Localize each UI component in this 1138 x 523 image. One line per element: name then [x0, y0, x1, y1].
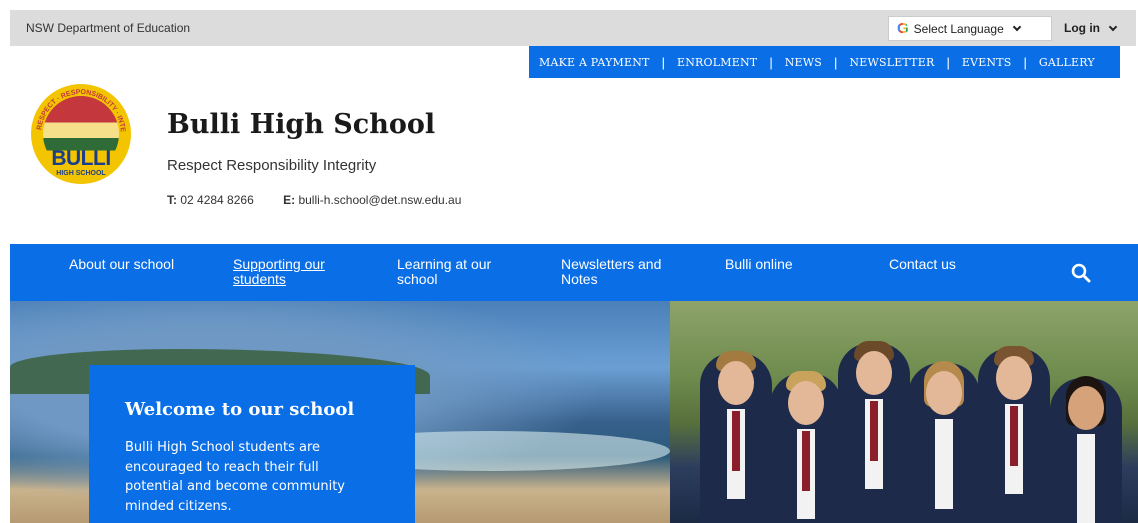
logo-name: BULLI — [51, 147, 111, 170]
language-select[interactable]: G Select Language — [888, 16, 1052, 41]
logo-ring-text: RESPECT · RESPONSIBILITY · INTEGRITY — [31, 84, 126, 133]
quick-links-bar: MAKE A PAYMENT | ENROLMENT | NEWS | NEWS… — [529, 46, 1120, 78]
login-button[interactable]: Log in — [1064, 21, 1118, 35]
language-select-label: Select Language — [913, 21, 1004, 36]
nav-item-contact-us[interactable]: Contact us — [889, 257, 1019, 272]
quick-link-gallery[interactable]: GALLERY — [1039, 56, 1095, 69]
main-nav: About our school Supporting our students… — [10, 244, 1138, 301]
nav-item-supporting-our-students[interactable]: Supporting our students — [233, 257, 363, 287]
google-icon: G — [897, 20, 909, 37]
school-title: Bulli High School — [167, 109, 436, 140]
student-figure — [700, 351, 772, 523]
utility-bar: NSW Department of Education G Select Lan… — [10, 10, 1136, 46]
separator: | — [1023, 54, 1027, 70]
separator: | — [834, 54, 838, 70]
welcome-card: Welcome to our school Bulli High School … — [89, 365, 415, 523]
hero-students-photo — [670, 301, 1138, 523]
separator: | — [661, 54, 665, 70]
nav-item-bulli-online[interactable]: Bulli online — [725, 257, 855, 272]
student-figure — [1050, 376, 1122, 523]
email-label: E: — [283, 193, 296, 207]
welcome-title: Welcome to our school — [125, 399, 355, 420]
svg-text:RESPECT · RESPONSIBILITY · INT: RESPECT · RESPONSIBILITY · INTEGRITY — [31, 84, 126, 133]
student-figure — [978, 346, 1050, 523]
school-logo[interactable]: RESPECT · RESPONSIBILITY · INTEGRITY BUL… — [31, 84, 131, 184]
quick-link-newsletter[interactable]: NEWSLETTER — [849, 56, 934, 69]
chevron-down-icon — [1108, 22, 1118, 31]
student-figure — [838, 341, 910, 523]
student-figure — [908, 361, 980, 523]
welcome-text: Bulli High School students are encourage… — [125, 440, 346, 514]
nav-item-learning-at-our-school[interactable]: Learning at our school — [397, 257, 527, 287]
login-label: Log in — [1064, 21, 1100, 35]
student-figure — [770, 371, 842, 523]
chevron-down-icon — [1012, 22, 1021, 32]
quick-link-events[interactable]: EVENTS — [962, 56, 1012, 69]
contact-info: T: 02 4284 8266 E: bulli-h.school@det.ns… — [167, 193, 461, 207]
search-icon[interactable] — [1070, 262, 1092, 284]
separator: | — [946, 54, 950, 70]
email-address[interactable]: bulli-h.school@det.nsw.edu.au — [298, 193, 461, 207]
school-motto: Respect Responsibility Integrity — [167, 157, 377, 174]
quick-link-make-a-payment[interactable]: MAKE A PAYMENT — [539, 56, 650, 69]
department-name: NSW Department of Education — [26, 21, 191, 35]
nav-item-newsletters-and-notes[interactable]: Newsletters and Notes — [561, 257, 691, 287]
logo-sub: HIGH SCHOOL — [56, 170, 106, 177]
phone-label: T: — [167, 193, 177, 207]
quick-link-news[interactable]: NEWS — [785, 56, 822, 69]
quick-link-enrolment[interactable]: ENROLMENT — [677, 56, 757, 69]
nav-item-about-our-school[interactable]: About our school — [69, 257, 199, 272]
separator: | — [769, 54, 773, 70]
phone-number[interactable]: 02 4284 8266 — [180, 193, 253, 207]
